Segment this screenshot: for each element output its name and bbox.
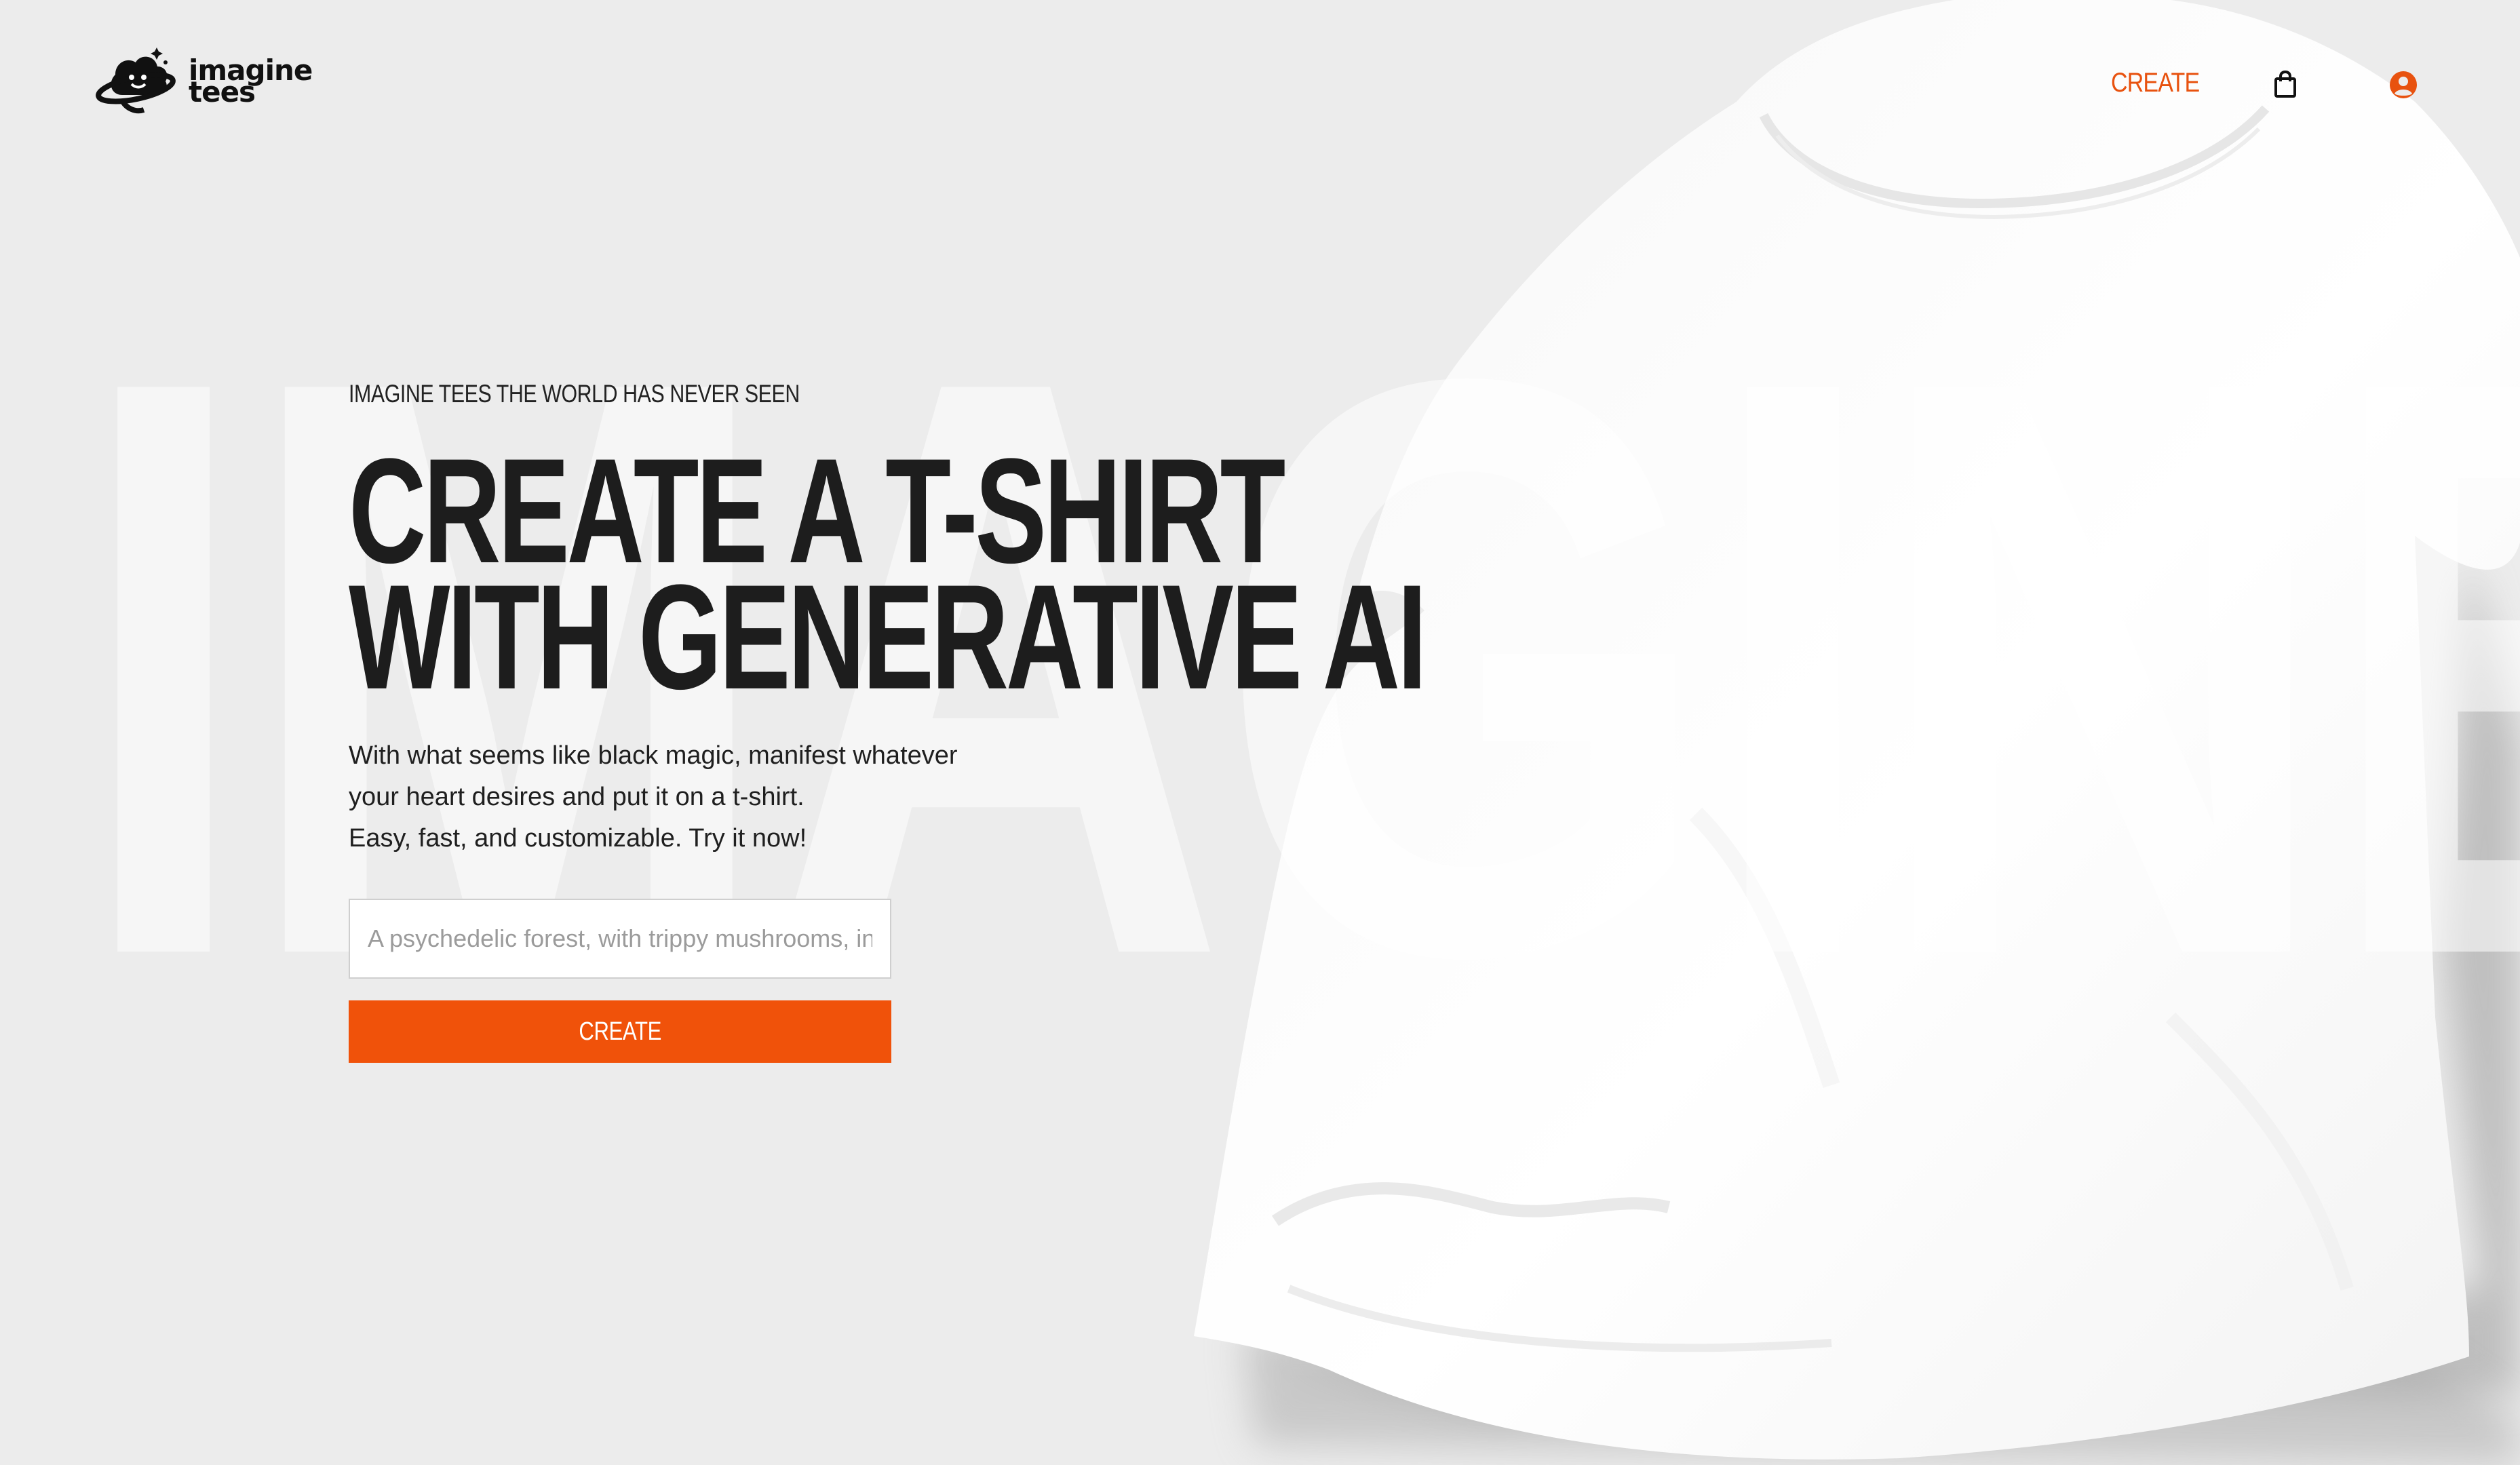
- cart-button[interactable]: [2274, 70, 2297, 101]
- hero-description-line1: With what seems like black magic, manife…: [349, 741, 958, 770]
- page: IMAGINE imagine tees CREATE IMAGINE TEES…: [0, 0, 2520, 1465]
- hero-description: With what seems like black magic, manife…: [349, 735, 1027, 859]
- hero-description-line2: your heart desires and put it on a t-shi…: [349, 783, 805, 811]
- brand-logo[interactable]: imagine tees: [95, 47, 313, 115]
- hero-eyebrow: IMAGINE TEES THE WORLD HAS NEVER SEEN: [349, 380, 800, 408]
- create-button-label: CREATE: [579, 1017, 661, 1046]
- user-circle-icon: [2390, 71, 2417, 98]
- shopping-bag-icon: [2274, 70, 2296, 98]
- planet-cloud-logo-icon: [96, 47, 176, 114]
- create-button[interactable]: CREATE: [349, 1000, 891, 1063]
- hero-description-line3: Easy, fast, and customizable. Try it now…: [349, 824, 807, 853]
- nav-create-link[interactable]: CREATE: [2111, 68, 2200, 98]
- prompt-input[interactable]: [349, 899, 891, 979]
- site-header: imagine tees CREATE: [0, 0, 2520, 176]
- hero-section: IMAGINE TEES THE WORLD HAS NEVER SEEN CR…: [349, 380, 1842, 1063]
- hero-headline-line2: WITH GENERATIVE AI: [349, 553, 1427, 720]
- brand-wordmark: imagine tees: [189, 56, 313, 106]
- hero-headline: CREATE A T-SHIRT WITH GENERATIVE AI: [349, 436, 1427, 720]
- account-button[interactable]: [2389, 71, 2418, 102]
